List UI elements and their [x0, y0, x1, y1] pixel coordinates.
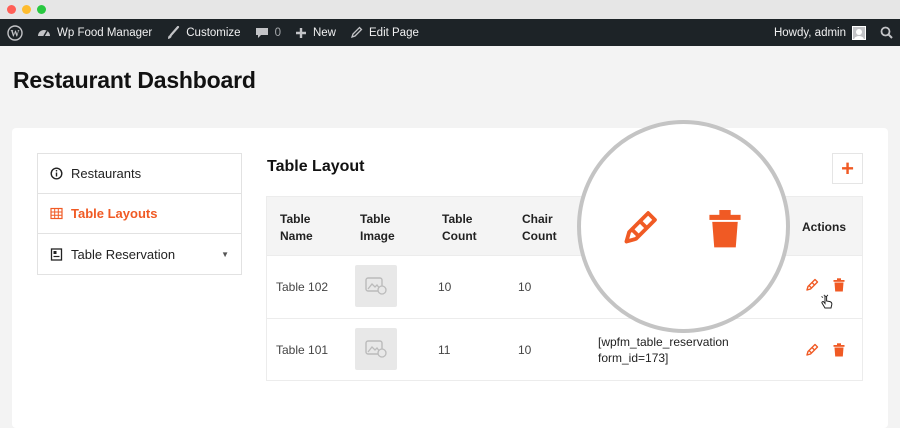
- wordpress-icon: W: [7, 24, 23, 41]
- customize-link[interactable]: Customize: [159, 19, 247, 46]
- info-icon: [50, 167, 63, 180]
- column-header-table-name: Table Name: [280, 212, 313, 243]
- table-image-placeholder: [355, 265, 397, 307]
- admin-search-button[interactable]: [873, 19, 900, 46]
- sidebar-item-table-reservation[interactable]: Table Reservation ▼: [38, 234, 241, 274]
- add-table-layout-button[interactable]: +: [832, 153, 863, 184]
- customize-label: Customize: [186, 26, 241, 39]
- trash-icon[interactable]: [833, 343, 845, 357]
- dashboard-gauge-icon: [38, 29, 50, 36]
- table-grid-icon: [50, 207, 63, 220]
- edit-page-link[interactable]: Edit Page: [343, 19, 426, 46]
- column-header-actions: Actions: [802, 220, 847, 234]
- plus-icon: [295, 27, 306, 38]
- zoom-magnifier-callout: [577, 120, 790, 333]
- trash-icon: [709, 210, 741, 248]
- reservation-icon: [50, 247, 63, 261]
- avatar: [852, 25, 866, 40]
- column-header-table-count: Table Count: [442, 212, 477, 243]
- site-name-link[interactable]: Wp Food Manager: [30, 19, 159, 46]
- site-name-label: Wp Food Manager: [57, 26, 153, 39]
- pencil-icon: [350, 26, 363, 39]
- chair-count-cell: 10: [518, 280, 532, 294]
- sidebar-item-label: Table Layouts: [71, 206, 158, 221]
- wordpress-logo-button[interactable]: W: [0, 19, 30, 46]
- new-content-link[interactable]: New: [288, 19, 343, 46]
- column-header-table-image: Table Image: [360, 212, 395, 243]
- table-row: Table 101 11 10 [wpfm_table_reservation …: [267, 318, 862, 381]
- edit-pencil-icon: [624, 211, 657, 244]
- edit-pencil-icon[interactable]: [805, 343, 819, 357]
- comments-link[interactable]: 0: [248, 19, 288, 46]
- image-placeholder-icon: [365, 277, 387, 295]
- image-placeholder-icon: [365, 340, 387, 358]
- table-name-cell: Table 102: [276, 280, 329, 294]
- caret-down-icon[interactable]: ▼: [221, 250, 229, 259]
- table-count-cell: 11: [438, 343, 451, 357]
- browser-title-bar: [0, 0, 900, 19]
- greeting-label: Howdy, admin: [773, 26, 846, 39]
- page-title: Restaurant Dashboard: [13, 67, 256, 93]
- shortcode-cell: [wpfm_table_reservation form_id=173]: [598, 335, 729, 365]
- maximize-window-dot[interactable]: [37, 5, 46, 14]
- sidebar-item-label: Table Reservation: [71, 246, 176, 262]
- chair-count-cell: 10: [518, 343, 532, 357]
- sidebar-item-label: Restaurants: [71, 166, 142, 181]
- pointer-hand-cursor-icon: [821, 294, 833, 309]
- svg-text:W: W: [11, 28, 20, 38]
- wp-admin-bar: W Wp Food Manager Customize 0 New Edit P…: [0, 19, 900, 46]
- trash-icon[interactable]: [833, 278, 845, 292]
- dashboard-sidebar: Restaurants Table Layouts Table Reservat…: [37, 153, 242, 275]
- account-menu[interactable]: Howdy, admin: [767, 19, 873, 46]
- sidebar-item-restaurants[interactable]: Restaurants: [38, 154, 241, 194]
- column-header-chair-count: Chair Count: [522, 212, 557, 243]
- comment-bubble-icon: [255, 27, 268, 38]
- edit-page-label: Edit Page: [369, 26, 419, 39]
- minimize-window-dot[interactable]: [22, 5, 31, 14]
- table-count-cell: 10: [438, 280, 452, 294]
- new-label: New: [312, 26, 336, 39]
- section-title: Table Layout: [267, 158, 365, 175]
- edit-pencil-icon[interactable]: [805, 278, 819, 292]
- close-window-dot[interactable]: [7, 5, 16, 14]
- sidebar-item-table-layouts[interactable]: Table Layouts: [38, 194, 241, 234]
- paintbrush-icon: [168, 25, 180, 39]
- comments-count: 0: [274, 26, 281, 39]
- search-icon: [880, 26, 893, 39]
- table-image-placeholder: [355, 328, 397, 370]
- table-name-cell: Table 101: [276, 343, 329, 357]
